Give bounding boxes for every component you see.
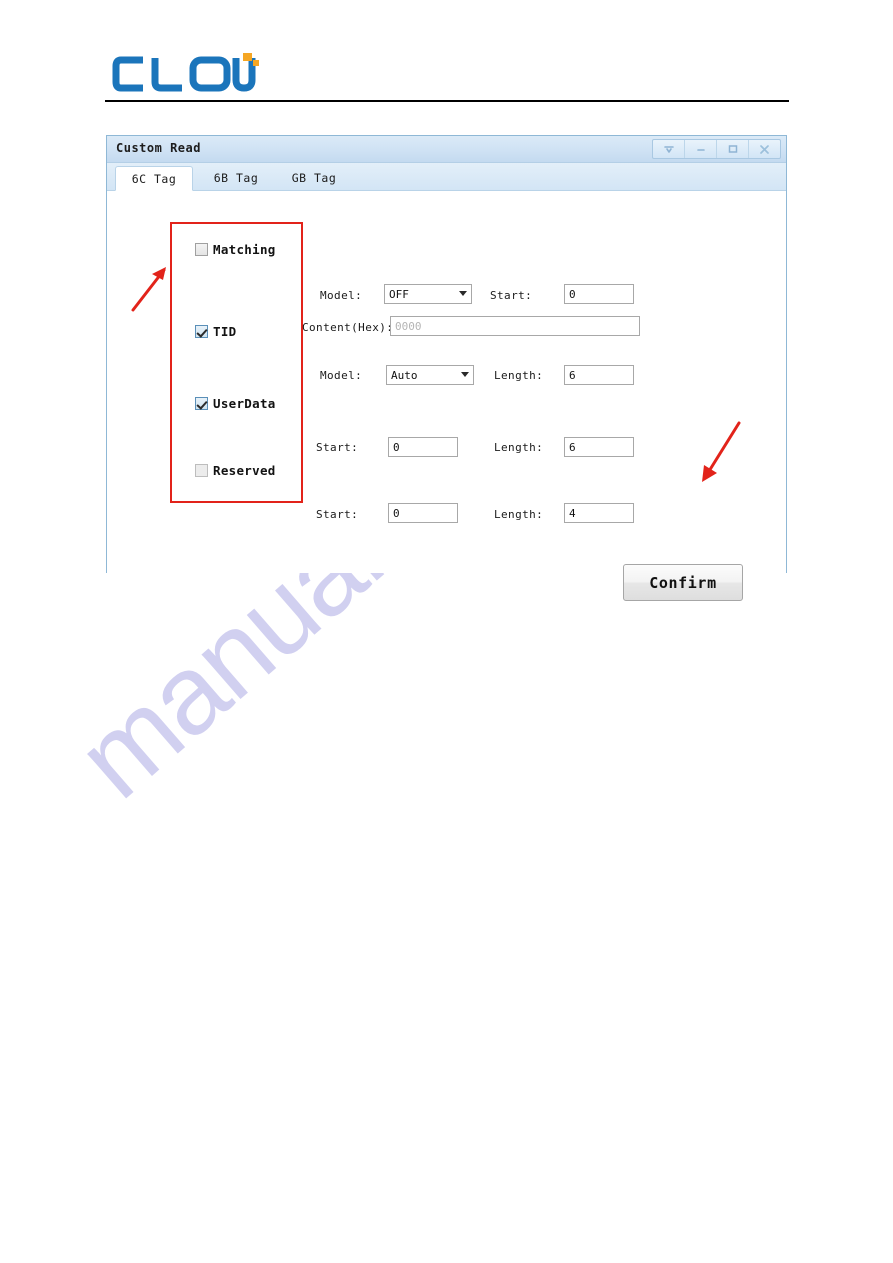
tab-gb-tag[interactable]: GB Tag <box>279 166 349 190</box>
checkbox-reserved-box[interactable] <box>195 464 208 477</box>
matching-model-label: Model: <box>320 289 363 302</box>
pin-icon[interactable] <box>653 140 685 158</box>
checkbox-tid[interactable]: TID <box>195 324 236 339</box>
tid-model-label: Model: <box>320 369 363 382</box>
page-watermark: manualshive.com <box>54 175 855 980</box>
chevron-down-icon <box>461 372 469 377</box>
checkbox-reserved-label: Reserved <box>213 463 276 478</box>
dialog-body: Matching TID UserData Reserved Model: OF… <box>107 191 786 601</box>
matching-start-label: Start: <box>490 289 533 302</box>
matching-content-label: Content(Hex): <box>302 321 394 334</box>
checkbox-group-highlight <box>170 222 303 503</box>
matching-model-select[interactable]: OFF <box>384 284 472 304</box>
confirm-button[interactable]: Confirm <box>623 564 743 601</box>
tid-model-value: Auto <box>391 369 418 382</box>
header-divider <box>105 100 789 102</box>
page-header <box>105 48 789 104</box>
checkbox-tid-label: TID <box>213 324 237 339</box>
checkbox-userdata-box[interactable] <box>195 397 208 410</box>
checkbox-matching-box[interactable] <box>195 243 208 256</box>
dialog-titlebar[interactable]: Custom Read <box>107 136 786 163</box>
chevron-down-icon <box>459 291 467 296</box>
userdata-start-input[interactable]: 0 <box>388 437 458 457</box>
userdata-length-label: Length: <box>494 441 544 454</box>
reserved-start-input[interactable]: 0 <box>388 503 458 523</box>
tid-model-select[interactable]: Auto <box>386 365 474 385</box>
custom-read-dialog: Custom Read 6C Tag 6B Tag GB Tag Matchin… <box>106 135 787 601</box>
tab-6b-tag[interactable]: 6B Tag <box>201 166 271 190</box>
checkbox-matching-label: Matching <box>213 242 276 257</box>
reserved-start-label: Start: <box>316 508 359 521</box>
tid-length-label: Length: <box>494 369 544 382</box>
reserved-length-input[interactable]: 4 <box>564 503 634 523</box>
dialog-title: Custom Read <box>116 141 201 155</box>
checkbox-matching[interactable]: Matching <box>195 242 276 257</box>
checkbox-userdata-label: UserData <box>213 396 276 411</box>
maximize-icon[interactable] <box>717 140 749 158</box>
matching-content-input[interactable]: 0000 <box>390 316 640 336</box>
clou-logo <box>110 52 260 94</box>
matching-model-value: OFF <box>389 288 409 301</box>
matching-start-input[interactable]: 0 <box>564 284 634 304</box>
minimize-icon[interactable] <box>685 140 717 158</box>
userdata-length-input[interactable]: 6 <box>564 437 634 457</box>
tid-length-input[interactable]: 6 <box>564 365 634 385</box>
checkbox-userdata[interactable]: UserData <box>195 396 276 411</box>
window-controls <box>652 139 781 159</box>
close-icon[interactable] <box>749 140 780 158</box>
reserved-length-label: Length: <box>494 508 544 521</box>
tab-6c-tag[interactable]: 6C Tag <box>115 166 193 191</box>
tab-strip: 6C Tag 6B Tag GB Tag <box>107 163 786 191</box>
userdata-start-label: Start: <box>316 441 359 454</box>
checkbox-tid-box[interactable] <box>195 325 208 338</box>
checkbox-reserved[interactable]: Reserved <box>195 463 276 478</box>
